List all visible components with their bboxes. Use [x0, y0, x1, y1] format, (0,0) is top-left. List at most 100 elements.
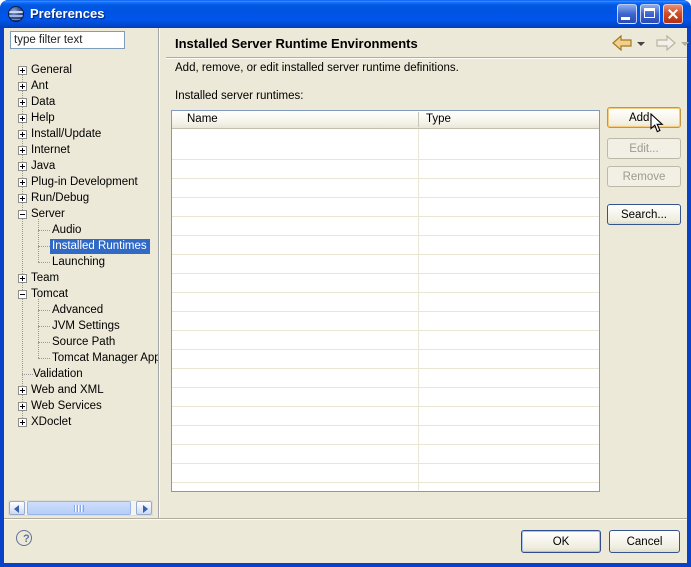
table-label: Installed server runtimes:	[175, 90, 303, 102]
expand-plus-icon[interactable]	[18, 402, 27, 411]
scroll-left-icon	[14, 505, 19, 513]
tree-item-label: XDoclet	[31, 416, 71, 428]
tree-item-label: Server	[31, 208, 65, 220]
help-button[interactable]: ?	[16, 530, 32, 546]
expand-plus-icon[interactable]	[18, 274, 27, 283]
tree-item-label: Data	[31, 96, 55, 108]
tree-item-label: Plug-in Development	[31, 176, 138, 188]
tree-item-label: Audio	[52, 224, 81, 236]
expand-plus-icon[interactable]	[18, 82, 27, 91]
tree-item-help[interactable]: Help	[4, 110, 158, 126]
tree-item-label: Web Services	[31, 400, 102, 412]
tree-item-label: Ant	[31, 80, 48, 92]
tree-item-data[interactable]: Data	[4, 94, 158, 110]
expand-plus-icon[interactable]	[18, 194, 27, 203]
tree-item-label: Tomcat	[31, 288, 68, 300]
scroll-right-button[interactable]	[136, 501, 152, 515]
column-separator[interactable]	[418, 112, 419, 127]
tree-item-xdoclet[interactable]: XDoclet	[4, 414, 158, 430]
expand-plus-icon[interactable]	[18, 146, 27, 155]
table-body[interactable]	[172, 129, 599, 491]
tree-item-validation[interactable]: Validation	[4, 366, 158, 382]
back-history-caret-icon[interactable]	[637, 42, 645, 46]
tree-item-label: Install/Update	[31, 128, 101, 140]
add-button[interactable]: Add...	[607, 107, 681, 128]
tree-item-label: Advanced	[52, 304, 103, 316]
expand-plus-icon[interactable]	[18, 130, 27, 139]
tree-item-tomcat-manager-app[interactable]: Tomcat Manager App	[4, 350, 158, 366]
column-header-name[interactable]: Name	[172, 111, 418, 129]
scrollbar-thumb[interactable]	[27, 501, 131, 515]
back-arrow-icon[interactable]	[612, 35, 632, 51]
cancel-button[interactable]: Cancel	[609, 530, 680, 553]
tree-item-general[interactable]: General	[4, 62, 158, 78]
minimize-icon	[621, 17, 630, 20]
tree-item-label-selected: Installed Runtimes	[50, 239, 150, 254]
tree-item-label: JVM Settings	[52, 320, 120, 332]
scroll-left-button[interactable]	[9, 501, 25, 515]
remove-button[interactable]: Remove	[607, 166, 681, 187]
panel-divider-highlight	[159, 28, 160, 518]
collapse-minus-icon[interactable]	[18, 290, 27, 299]
tree-item-internet[interactable]: Internet	[4, 142, 158, 158]
description-text: Add, remove, or edit installed server ru…	[175, 62, 459, 74]
tree-item-run-debug[interactable]: Run/Debug	[4, 190, 158, 206]
tree-item-label: Help	[31, 112, 55, 124]
filter-input[interactable]	[10, 31, 125, 49]
tree-item-label: Team	[31, 272, 59, 284]
forward-history-caret-icon[interactable]	[681, 42, 689, 46]
window-title: Preferences	[30, 0, 104, 28]
tree-item-web-services[interactable]: Web Services	[4, 398, 158, 414]
ok-button[interactable]: OK	[521, 530, 601, 553]
expand-plus-icon[interactable]	[18, 386, 27, 395]
tree-item-advanced[interactable]: Advanced	[4, 302, 158, 318]
runtimes-table: Name Type	[171, 110, 600, 492]
scroll-right-icon	[143, 505, 148, 513]
maximize-button[interactable]	[640, 4, 660, 24]
tree-item-label: Validation	[33, 368, 83, 380]
title-bar[interactable]: Preferences	[0, 0, 691, 28]
dialog-body: General Ant Data Help Install/Update Int…	[4, 28, 687, 563]
tree-item-install-update[interactable]: Install/Update	[4, 126, 158, 142]
search-button[interactable]: Search...	[607, 204, 681, 225]
expand-plus-icon[interactable]	[18, 178, 27, 187]
tree-item-server[interactable]: Server	[4, 206, 158, 222]
tree-item-team[interactable]: Team	[4, 270, 158, 286]
tree-item-label: Launching	[52, 256, 105, 268]
tree-item-label: Web and XML	[31, 384, 104, 396]
tree-item-ant[interactable]: Ant	[4, 78, 158, 94]
tree-item-label: Source Path	[52, 336, 115, 348]
close-button[interactable]	[663, 4, 683, 24]
tree-item-audio[interactable]: Audio	[4, 222, 158, 238]
expand-plus-icon[interactable]	[18, 162, 27, 171]
preferences-window: Preferences General Ant Data Help Instal…	[0, 0, 691, 567]
page-title: Installed Server Runtime Environments	[175, 36, 418, 51]
expand-plus-icon[interactable]	[18, 98, 27, 107]
tree-item-label: General	[31, 64, 72, 76]
forward-arrow-icon[interactable]	[656, 35, 676, 51]
tree-item-label: Tomcat Manager App	[52, 352, 158, 364]
tree-item-label: Java	[31, 160, 55, 172]
maximize-icon	[644, 8, 655, 18]
edit-button[interactable]: Edit...	[607, 138, 681, 159]
tree-item-jvm-settings[interactable]: JVM Settings	[4, 318, 158, 334]
tree-item-java[interactable]: Java	[4, 158, 158, 174]
collapse-minus-icon[interactable]	[18, 210, 27, 219]
expand-plus-icon[interactable]	[18, 418, 27, 427]
expand-plus-icon[interactable]	[18, 114, 27, 123]
tree-horizontal-scrollbar[interactable]	[8, 500, 153, 516]
minimize-button[interactable]	[617, 4, 637, 24]
table-row-lines	[172, 159, 599, 491]
tree-item-source-path[interactable]: Source Path	[4, 334, 158, 350]
tree-item-launching[interactable]: Launching	[4, 254, 158, 270]
tree-item-web-and-xml[interactable]: Web and XML	[4, 382, 158, 398]
tree-item-installed-runtimes[interactable]: Installed Runtimes	[4, 238, 158, 254]
tree-item-label: Run/Debug	[31, 192, 89, 204]
column-header-type[interactable]: Type	[418, 111, 599, 129]
expand-plus-icon[interactable]	[18, 66, 27, 75]
tree-item-plugin-development[interactable]: Plug-in Development	[4, 174, 158, 190]
footer-separator	[4, 518, 687, 520]
tree-item-tomcat[interactable]: Tomcat	[4, 286, 158, 302]
tree-item-label: Internet	[31, 144, 70, 156]
column-separator	[418, 129, 419, 490]
